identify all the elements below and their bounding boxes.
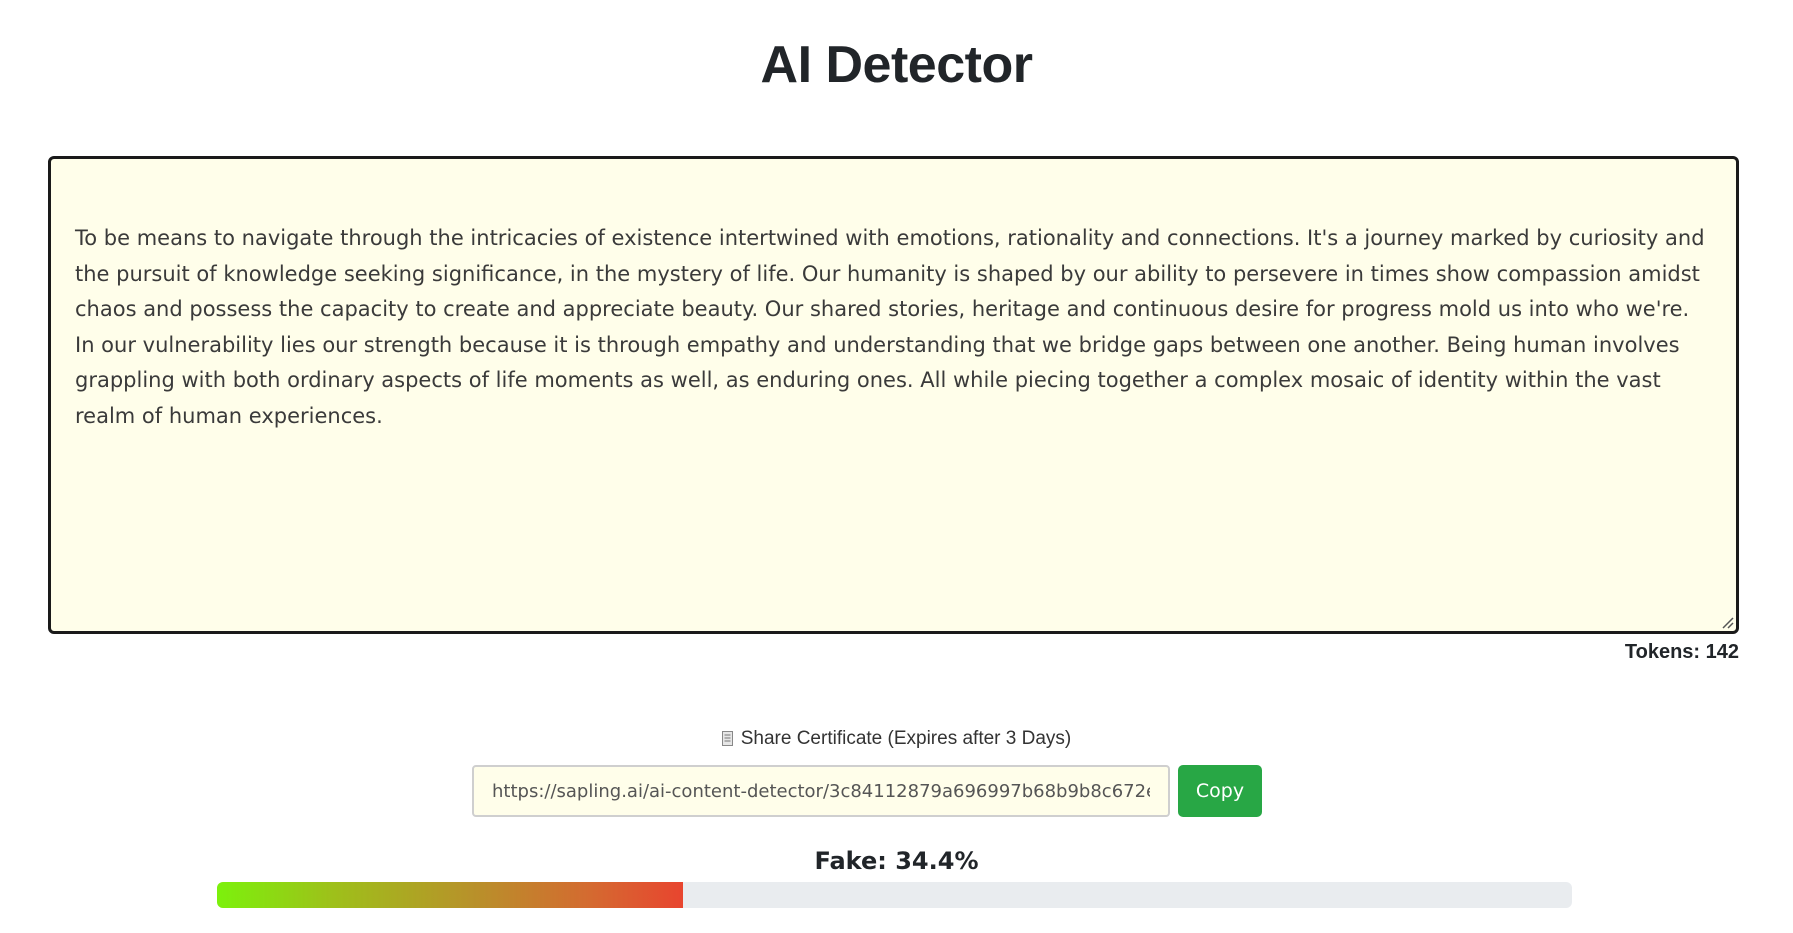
share-certificate-text: Share Certificate (Expires after 3 Days) bbox=[740, 728, 1072, 749]
share-certificate-label: Share Certificate (Expires after 3 Days) bbox=[0, 728, 1793, 750]
share-row: Copy bbox=[472, 765, 1262, 817]
resize-handle-icon[interactable] bbox=[1720, 615, 1734, 629]
input-text[interactable]: To be means to navigate through the intr… bbox=[75, 226, 1705, 428]
fake-score-progress-fill bbox=[217, 882, 684, 908]
text-input-area[interactable]: To be means to navigate through the intr… bbox=[48, 156, 1739, 634]
fake-score-label: Fake: 34.4% bbox=[814, 847, 979, 875]
document-icon bbox=[721, 731, 733, 746]
copy-button[interactable]: Copy bbox=[1178, 765, 1262, 817]
page-title: AI Detector bbox=[760, 36, 1033, 94]
token-count: Tokens: 142 bbox=[1624, 641, 1739, 663]
fake-score-progress-bar bbox=[217, 882, 1572, 908]
share-url-input[interactable] bbox=[472, 765, 1170, 817]
